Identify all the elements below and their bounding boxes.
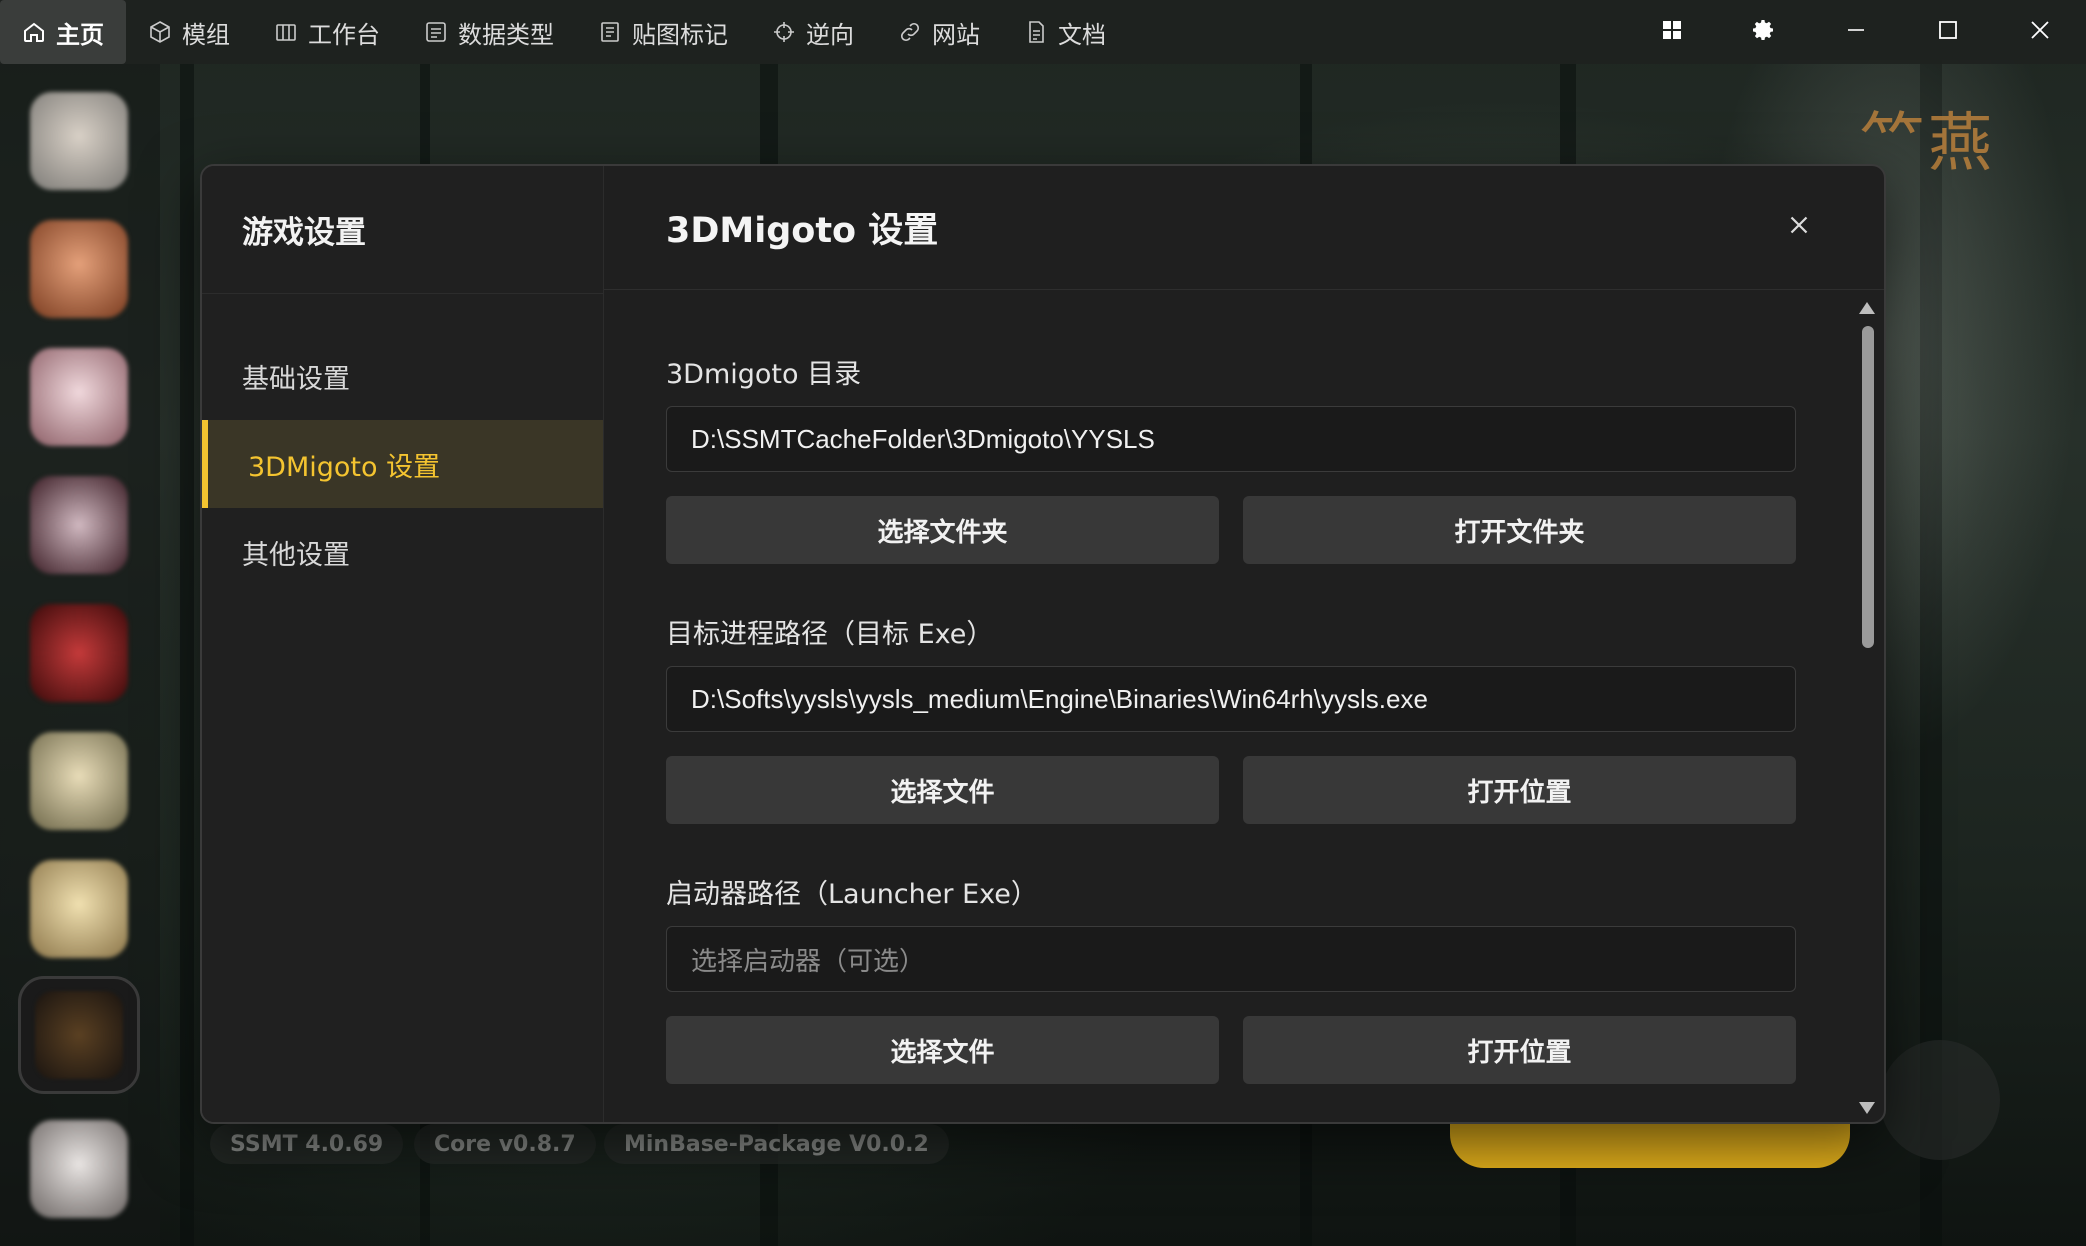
game-avatar-selected[interactable] xyxy=(18,976,140,1094)
dialog-close-button[interactable] xyxy=(1784,210,1814,240)
settings-nav-3dmigoto[interactable]: 3DMigoto 设置 xyxy=(202,420,603,508)
tab-website[interactable]: 网站 xyxy=(876,0,1002,64)
close-icon xyxy=(2028,18,2052,46)
tab-label: 逆向 xyxy=(806,20,854,49)
settings-section-title: 3DMigoto 设置 xyxy=(604,166,1884,290)
texture-icon xyxy=(598,20,622,44)
open-location-button[interactable]: 打开位置 xyxy=(1243,756,1796,824)
field-label: 目标进程路径（目标 Exe） xyxy=(666,619,994,650)
launcher-exe-input[interactable]: 选择启动器（可选） xyxy=(666,926,1796,992)
settings-button[interactable] xyxy=(1718,0,1810,64)
tab-label: 数据类型 xyxy=(458,20,554,49)
tab-label: 模组 xyxy=(182,20,230,49)
minimize-icon xyxy=(1844,18,1868,46)
target-exe-field: 目标进程路径（目标 Exe） D:\Softs\yysls\yysls_medi… xyxy=(666,612,1796,824)
field-label: 3Dmigoto 目录 xyxy=(666,359,862,390)
open-folder-button[interactable]: 打开文件夹 xyxy=(1243,496,1796,564)
game-avatar[interactable] xyxy=(30,476,128,574)
game-avatar[interactable] xyxy=(30,348,128,446)
tab-label: 文档 xyxy=(1058,20,1106,49)
tab-label: 主页 xyxy=(56,20,104,49)
settings-nav-basic[interactable]: 基础设置 xyxy=(202,332,603,420)
migoto-dir-field: 3Dmigoto 目录 D:\SSMTCacheFolder\3Dmigoto\… xyxy=(666,352,1796,564)
tab-workbench[interactable]: 工作台 xyxy=(252,0,402,64)
grid-view-button[interactable] xyxy=(1626,0,1718,64)
tab-texture-marks[interactable]: 贴图标记 xyxy=(576,0,750,64)
scroll-down-arrow[interactable] xyxy=(1856,1098,1878,1118)
open-location-button[interactable]: 打开位置 xyxy=(1243,1016,1796,1084)
game-settings-dialog: 游戏设置 基础设置 3DMigoto 设置 其他设置 3DMigoto 设置 3… xyxy=(200,164,1886,1124)
cube-icon xyxy=(148,20,172,44)
tab-home[interactable]: 主页 xyxy=(0,0,126,64)
home-icon xyxy=(22,20,46,44)
game-sidebar xyxy=(0,64,160,1246)
settings-form: 3Dmigoto 目录 D:\SSMTCacheFolder\3Dmigoto\… xyxy=(666,290,1796,1084)
tab-docs[interactable]: 文档 xyxy=(1002,0,1128,64)
scrollbar-thumb[interactable] xyxy=(1862,326,1874,648)
launcher-exe-field: 启动器路径（Launcher Exe） 选择启动器（可选） 选择文件 打开位置 xyxy=(666,872,1796,1084)
tab-reverse[interactable]: 逆向 xyxy=(750,0,876,64)
game-avatar[interactable] xyxy=(30,732,128,830)
grid-icon xyxy=(1660,18,1684,46)
list-icon xyxy=(424,20,448,44)
settings-icon xyxy=(1752,18,1776,46)
tab-label: 贴图标记 xyxy=(632,20,728,49)
settings-nav-title: 游戏设置 xyxy=(202,166,603,294)
target-exe-input[interactable]: D:\Softs\yysls\yysls_medium\Engine\Binar… xyxy=(666,666,1796,732)
scroll-up-arrow[interactable] xyxy=(1856,298,1878,318)
maximize-icon xyxy=(1936,18,1960,46)
game-avatar[interactable] xyxy=(30,220,128,318)
version-badge-core: Core v0.8.7 xyxy=(414,1124,596,1164)
select-file-button[interactable]: 选择文件 xyxy=(666,1016,1219,1084)
workbench-icon xyxy=(274,20,298,44)
link-icon xyxy=(898,20,922,44)
document-icon xyxy=(1024,20,1048,44)
settings-nav-other[interactable]: 其他设置 xyxy=(202,508,603,596)
version-badge-ssmt: SSMT 4.0.69 xyxy=(210,1124,404,1164)
tab-label: 网站 xyxy=(932,20,980,49)
close-window-button[interactable] xyxy=(1994,0,2086,64)
migoto-dir-input[interactable]: D:\SSMTCacheFolder\3Dmigoto\YYSLS xyxy=(666,406,1796,472)
title-bar: 主页 模组 工作台 数据类型 贴图标记 逆向 网站 文档 xyxy=(0,0,2086,64)
game-avatar[interactable] xyxy=(30,1120,128,1218)
game-avatar[interactable] xyxy=(30,92,128,190)
version-badge-package: MinBase-Package V0.0.2 xyxy=(604,1124,949,1164)
game-avatar[interactable] xyxy=(30,860,128,958)
game-avatar[interactable] xyxy=(30,604,128,702)
select-folder-button[interactable]: 选择文件夹 xyxy=(666,496,1219,564)
tab-mods[interactable]: 模组 xyxy=(126,0,252,64)
settings-nav-panel: 游戏设置 基础设置 3DMigoto 设置 其他设置 xyxy=(202,166,604,1122)
settings-content-panel: 3DMigoto 设置 3Dmigoto 目录 D:\SSMTCacheFold… xyxy=(604,166,1884,1122)
maximize-button[interactable] xyxy=(1902,0,1994,64)
tab-data-types[interactable]: 数据类型 xyxy=(402,0,576,64)
minimize-button[interactable] xyxy=(1810,0,1902,64)
close-icon xyxy=(1784,216,1814,244)
floating-action-button[interactable] xyxy=(1880,1040,2000,1160)
field-label: 启动器路径（Launcher Exe） xyxy=(666,879,1038,910)
tab-label: 工作台 xyxy=(308,20,380,49)
crosshair-icon xyxy=(772,20,796,44)
select-file-button[interactable]: 选择文件 xyxy=(666,756,1219,824)
